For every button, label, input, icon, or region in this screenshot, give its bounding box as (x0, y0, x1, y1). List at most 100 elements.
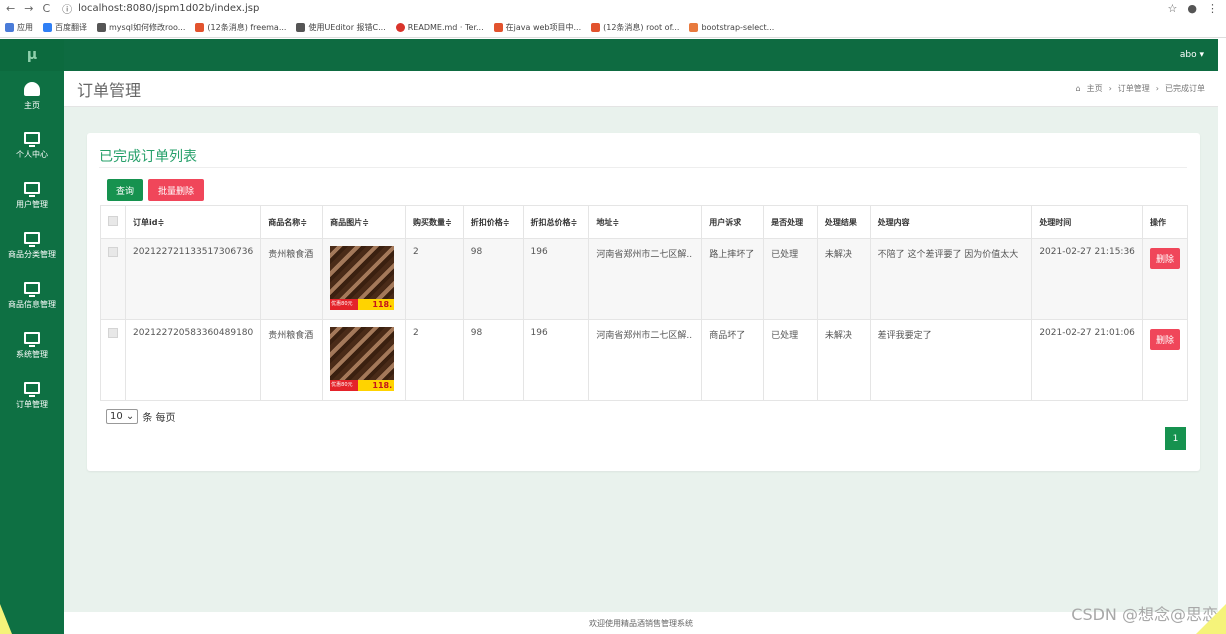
product-image[interactable]: 优惠80元 118. (330, 327, 395, 391)
column-header[interactable]: 商品图片≑ (322, 205, 406, 239)
column-header: 处理结果 (816, 205, 871, 239)
chevron-down-icon: ⌄ (125, 411, 135, 422)
sidebar-item-label: 个人中心 (16, 150, 48, 159)
bookmark-item[interactable]: bootstrap-select... (689, 22, 774, 32)
cell-time: 2021-02-27 21:01:06 (1031, 319, 1143, 401)
cell-total: 196 (522, 319, 590, 401)
bookmark-icon (296, 22, 306, 32)
cell-quantity: 2 (404, 238, 464, 320)
batch-delete-button[interactable]: 批量删除 (148, 179, 204, 201)
delete-button[interactable]: 删除 (1149, 329, 1180, 350)
info-icon: ⓘ (62, 5, 73, 16)
sidebar-item-products[interactable]: 商品信息管理 (0, 271, 64, 321)
query-button[interactable]: 查询 (107, 179, 143, 201)
sidebar-item-home[interactable]: 主页 (0, 71, 64, 121)
cell-price: 98 (462, 238, 524, 320)
column-header[interactable]: 折扣总价格≑ (522, 205, 590, 239)
bookmark-icon (97, 22, 106, 32)
row-select[interactable] (100, 238, 126, 320)
sidebar-item-users[interactable]: 用户管理 (0, 171, 64, 221)
forward-icon[interactable]: → (24, 2, 33, 15)
bookmarks-bar: 应用 百度翻译 mysql如何修改roo... (12条消息) freema..… (0, 17, 1226, 38)
sidebar-item-label: 用户管理 (16, 200, 48, 209)
table-header-row: 订单id≑ 商品名称≑ 商品图片≑ 购买数量≑ 折扣价格≑ 折扣总价格≑ 地址≑… (100, 205, 1189, 239)
column-header: 操作 (1141, 205, 1189, 239)
row-select[interactable] (100, 319, 126, 401)
user-menu[interactable]: abo ▾ (1180, 50, 1204, 60)
delete-button[interactable]: 删除 (1149, 248, 1180, 269)
sidebar-item-personal[interactable]: 个人中心 (0, 121, 64, 171)
reload-icon[interactable]: C (42, 2, 50, 15)
per-page-label: 条 每页 (142, 413, 176, 424)
row-checkbox[interactable] (108, 328, 118, 338)
csdn-icon (493, 22, 503, 32)
bookmark-item[interactable]: mysql如何修改roo... (97, 22, 185, 33)
breadcrumb: ⌂ 主页 › 订单管理 › 已完成订单 (1076, 83, 1205, 94)
cell-request: 商品坏了 (701, 319, 765, 401)
logo[interactable]: μ (0, 39, 64, 71)
sidebar-item-system[interactable]: 系统管理 (0, 321, 64, 371)
select-all-checkbox[interactable] (108, 216, 118, 226)
chevron-right-icon: › (1155, 84, 1159, 93)
cell-processed: 已处理 (763, 238, 818, 320)
cell-processed: 已处理 (763, 319, 818, 401)
bookmark-item[interactable]: 百度翻译 (43, 22, 87, 33)
column-header[interactable]: 购买数量≑ (404, 205, 464, 239)
product-image[interactable]: 优惠80元 118. (330, 246, 395, 310)
page-title: 订单管理 (77, 80, 142, 100)
bookmark-item[interactable]: 使用UEditor 报错C... (296, 22, 386, 33)
cell-result: 未解决 (816, 238, 871, 320)
divider (99, 167, 1187, 168)
bookmark-item[interactable]: (12条消息) root of... (591, 22, 679, 33)
sidebar-item-label: 商品分类管理 (8, 250, 56, 259)
column-header[interactable]: 商品名称≑ (260, 205, 324, 239)
column-header[interactable]: 折扣价格≑ (462, 205, 524, 239)
breadcrumb-orders[interactable]: 订单管理 (1118, 83, 1150, 94)
sale-tag: 优惠80元 (330, 299, 359, 310)
sidebar: μ 主页 个人中心 用户管理 商品分类管理 商品信息管理 系统管理 订单管理 (0, 39, 64, 634)
sale-tag: 优惠80元 (330, 380, 359, 391)
cell-address: 河南省郑州市二七区解.. (588, 319, 703, 401)
monitor-icon (24, 232, 40, 247)
sidebar-item-orders[interactable]: 订单管理 (0, 371, 64, 421)
cell-content: 不陪了 这个差评要了 因为价值太大 (869, 238, 1033, 320)
monitor-icon (24, 132, 40, 147)
cell-quantity: 2 (404, 319, 464, 401)
main-content: 已完成订单列表 查询 批量删除 订单id≑ 商品名称≑ 商品图片≑ 购买数量≑ … (64, 107, 1218, 612)
sidebar-item-label: 主页 (24, 100, 40, 110)
sidebar-item-label: 订单管理 (16, 400, 48, 409)
cell-time: 2021-02-27 21:15:36 (1031, 238, 1143, 320)
star-icon[interactable]: ☆ (1168, 2, 1178, 15)
profile-icon[interactable]: ● (1187, 2, 1197, 15)
bookmark-item[interactable]: (12条消息) freema... (195, 22, 286, 33)
bookmark-icon (689, 22, 699, 32)
csdn-icon (195, 22, 205, 32)
column-header[interactable]: 地址≑ (588, 205, 703, 239)
scrollbar[interactable] (1218, 39, 1226, 634)
bookmark-item[interactable]: README.md · Ter... (395, 22, 484, 32)
page-size-select[interactable]: 10 ⌄ (106, 409, 139, 424)
card-title: 已完成订单列表 (99, 149, 197, 165)
address-bar[interactable]: ⓘ localhost:8080/jspm1d02b/index.jsp (62, 1, 259, 16)
page-button-current[interactable]: 1 (1165, 427, 1186, 450)
cell-product-image: 优惠80元 118. (322, 238, 406, 320)
cell-result: 未解决 (816, 319, 871, 401)
row-checkbox[interactable] (108, 247, 118, 257)
cell-request: 路上摔坏了 (701, 238, 765, 320)
page-size-control: 10 ⌄ 条 每页 (106, 409, 176, 424)
select-all-header[interactable] (100, 205, 126, 239)
bookmark-item[interactable]: 在java web项目中... (493, 22, 581, 33)
cell-order-id: 202122721133517306736 (124, 238, 262, 320)
menu-icon[interactable]: ⋮ (1207, 2, 1218, 15)
breadcrumb-home[interactable]: 主页 (1087, 83, 1103, 94)
browser-toolbar: ← → C ⓘ localhost:8080/jspm1d02b/index.j… (0, 0, 1226, 17)
apps-icon (5, 22, 14, 32)
back-icon[interactable]: ← (6, 2, 15, 15)
translate-icon (43, 22, 52, 32)
cell-product-name: 贵州粮食酒 (260, 238, 324, 320)
sidebar-item-category[interactable]: 商品分类管理 (0, 221, 64, 271)
monitor-icon (24, 182, 40, 197)
column-header[interactable]: 订单id≑ (124, 205, 262, 239)
cell-product-name: 贵州粮食酒 (260, 319, 324, 401)
bookmark-apps[interactable]: 应用 (5, 22, 33, 33)
